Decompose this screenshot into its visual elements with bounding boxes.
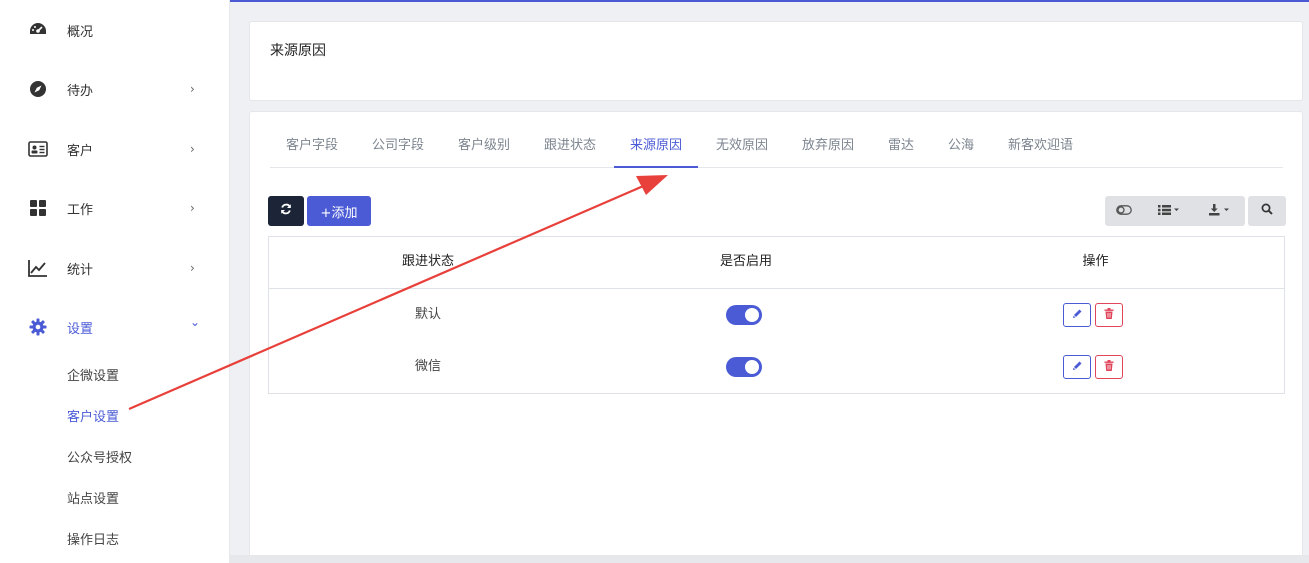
top-accent-line — [230, 0, 1309, 2]
line-chart-icon — [28, 258, 48, 278]
edit-button[interactable] — [1063, 303, 1091, 327]
toggle-knob — [745, 308, 759, 322]
sidebar-subitem-operation-log[interactable]: 操作日志 — [67, 529, 119, 548]
tab-invalid-reason[interactable]: 无效原因 — [700, 132, 784, 168]
tab-customer-fields[interactable]: 客户字段 — [270, 132, 354, 168]
tab-bar: 客户字段 公司字段 客户级别 跟进状态 来源原因 无效原因 放弃原因 雷达 公海… — [270, 132, 1283, 168]
table-row: 默认 — [269, 289, 1284, 341]
tab-public-pool[interactable]: 公海 — [932, 132, 990, 168]
table-header: 跟进状态 是否启用 操作 — [269, 237, 1284, 289]
trash-icon — [1104, 307, 1114, 323]
enabled-toggle[interactable] — [726, 357, 762, 377]
dashboard-icon — [28, 20, 48, 40]
sidebar-item-label: 待办 — [67, 83, 94, 99]
chevron-right-icon: › — [190, 82, 195, 96]
edit-button[interactable] — [1063, 355, 1091, 379]
row-name-cell: 微信 — [414, 359, 441, 374]
sidebar-item-overview[interactable]: 概况 — [0, 10, 230, 50]
columns-dropdown-button[interactable] — [1143, 196, 1195, 226]
tab-company-fields[interactable]: 公司字段 — [356, 132, 440, 168]
sidebar-item-label: 概况 — [67, 24, 94, 40]
chevron-right-icon: › — [190, 142, 195, 156]
tab-customer-level[interactable]: 客户级别 — [442, 132, 526, 168]
export-dropdown-button[interactable] — [1195, 196, 1245, 226]
column-header-actions: 操作 — [1082, 254, 1109, 269]
column-header-status: 跟进状态 — [401, 254, 454, 269]
sidebar-item-label: 统计 — [67, 262, 94, 278]
add-button[interactable]: +添加 — [307, 196, 371, 226]
refresh-icon — [280, 203, 292, 219]
sidebar-subitem-official-account-auth[interactable]: 公众号授权 — [67, 447, 132, 466]
delete-button[interactable] — [1095, 355, 1123, 379]
id-card-icon — [28, 139, 48, 159]
chevron-right-icon: › — [190, 201, 195, 215]
row-name-cell: 默认 — [414, 307, 441, 322]
column-header-enabled: 是否启用 — [719, 254, 772, 269]
enabled-toggle[interactable] — [726, 305, 762, 325]
main-card: 客户字段 公司字段 客户级别 跟进状态 来源原因 无效原因 放弃原因 雷达 公海… — [249, 111, 1303, 563]
search-icon — [1261, 203, 1273, 219]
toggle-icon — [1116, 204, 1132, 218]
trash-icon — [1104, 359, 1114, 375]
tab-welcome-message[interactable]: 新客欢迎语 — [992, 132, 1089, 168]
sidebar-subitem-site-settings[interactable]: 站点设置 — [67, 488, 119, 507]
sidebar: 概况 待办 › 客户 › 工作 › 统计 › 设置 ⌄ 企微设置 客户设置 公众… — [0, 0, 230, 563]
data-table: 跟进状态 是否启用 操作 默认 微信 — [268, 236, 1285, 394]
sidebar-subitem-customer-settings[interactable]: 客户设置 — [67, 406, 119, 425]
sidebar-item-work[interactable]: 工作 › — [0, 188, 230, 228]
sidebar-item-label: 客户 — [67, 143, 94, 159]
search-button[interactable] — [1248, 196, 1286, 226]
tab-abandon-reason[interactable]: 放弃原因 — [786, 132, 870, 168]
tab-radar[interactable]: 雷达 — [872, 132, 930, 168]
refresh-button[interactable] — [268, 196, 304, 226]
sidebar-item-settings[interactable]: 设置 ⌄ — [0, 307, 230, 347]
bottom-scroll-bar — [230, 555, 1309, 563]
sidebar-item-statistics[interactable]: 统计 › — [0, 248, 230, 288]
sidebar-subitem-wecom-settings[interactable]: 企微设置 — [67, 365, 119, 384]
sidebar-item-label: 设置 — [67, 321, 94, 337]
pencil-icon — [1072, 360, 1083, 375]
delete-button[interactable] — [1095, 303, 1123, 327]
grid-icon — [28, 198, 48, 218]
page-title: 来源原因 — [270, 43, 326, 59]
tab-follow-status[interactable]: 跟进状态 — [528, 132, 612, 168]
sidebar-item-customer[interactable]: 客户 › — [0, 129, 230, 169]
download-icon — [1209, 203, 1231, 219]
chevron-right-icon: › — [190, 261, 195, 275]
gear-icon — [28, 317, 48, 337]
page-header-card: 来源原因 — [249, 21, 1303, 101]
table-row: 微信 — [269, 341, 1284, 393]
list-icon — [1158, 204, 1180, 218]
tab-source-reason[interactable]: 来源原因 — [614, 132, 699, 168]
toggle-knob — [745, 360, 759, 374]
sidebar-item-label: 工作 — [67, 202, 94, 218]
chevron-down-icon: ⌄ — [190, 315, 201, 329]
sidebar-item-todo[interactable]: 待办 › — [0, 69, 230, 109]
pencil-icon — [1072, 308, 1083, 323]
compass-icon — [28, 79, 48, 99]
toggle-view-button[interactable] — [1105, 196, 1143, 226]
